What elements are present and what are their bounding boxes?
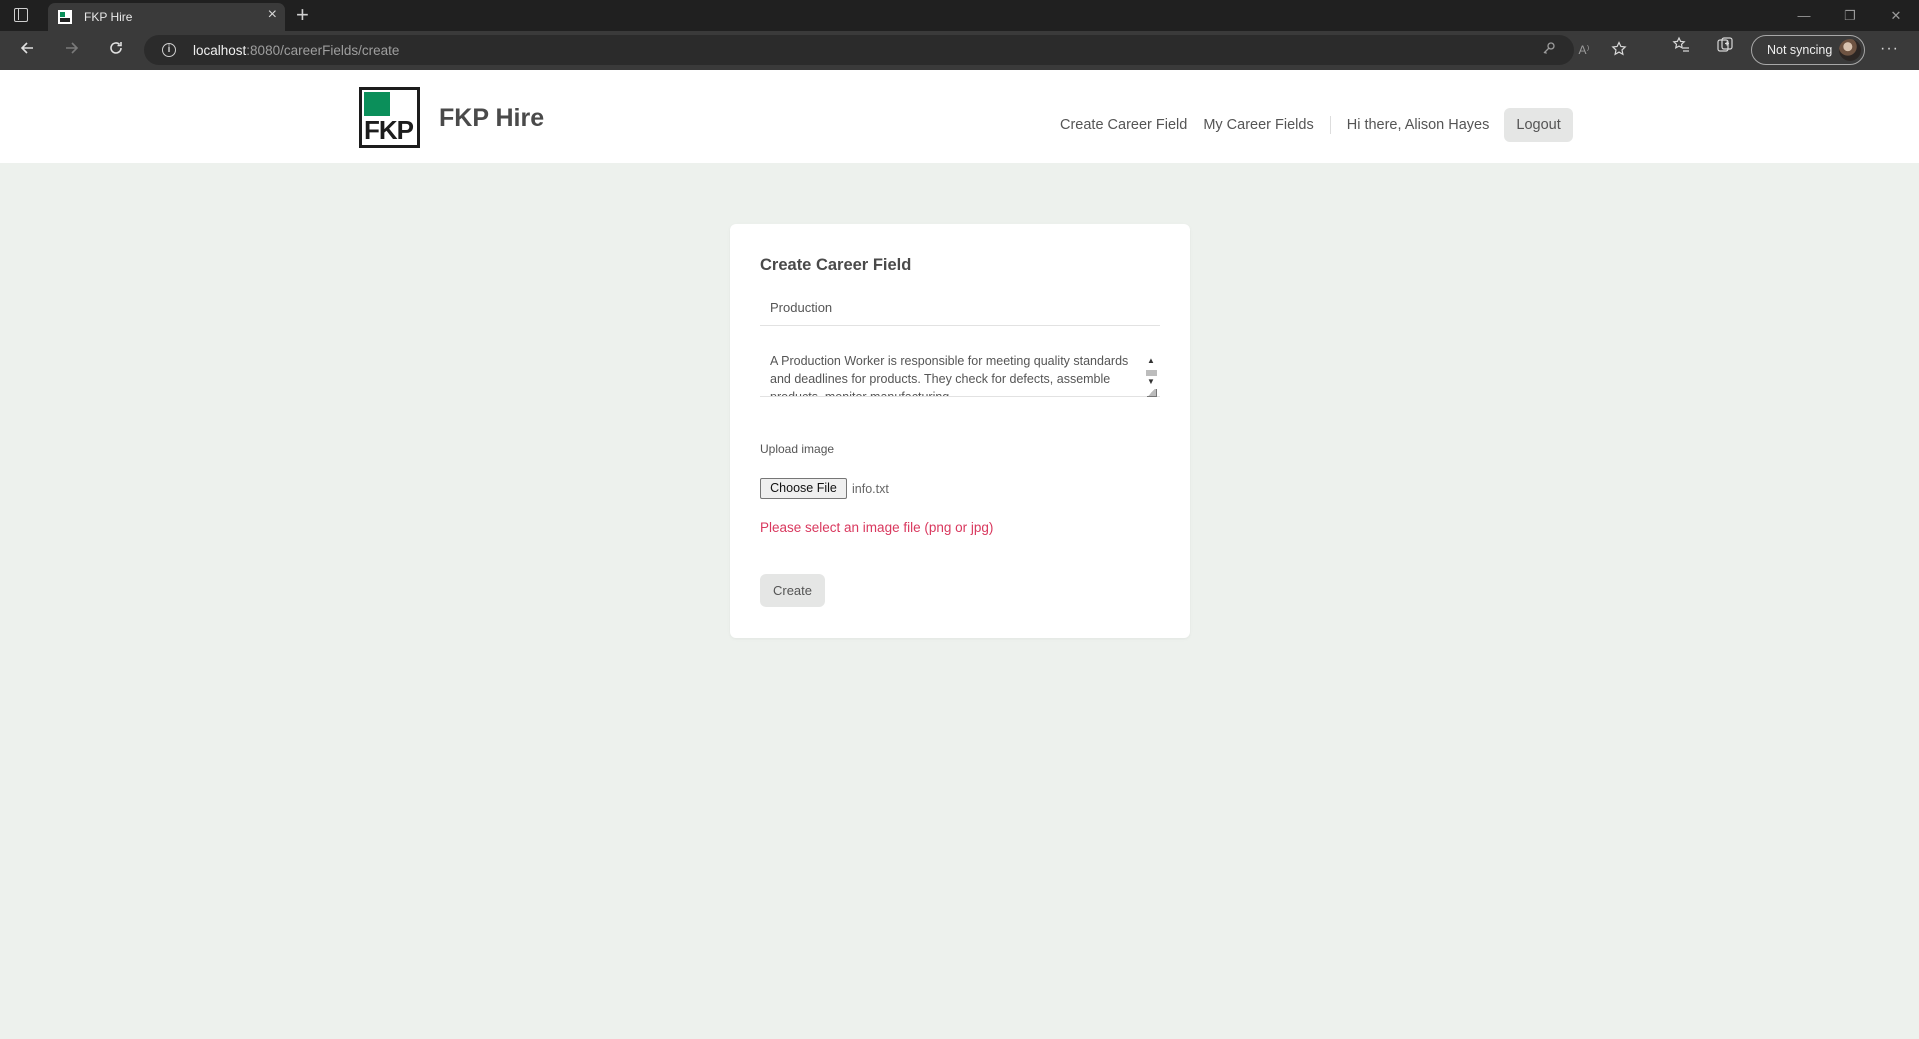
brand-logo[interactable]: FKP bbox=[359, 87, 420, 148]
logo-green-square bbox=[364, 92, 390, 116]
address-bar[interactable]: i localhost:8080/careerFields/create A⁾ bbox=[144, 35, 1627, 65]
scroll-down-icon[interactable]: ▼ bbox=[1147, 377, 1155, 386]
favicon-icon bbox=[58, 10, 72, 24]
scroll-up-icon[interactable]: ▲ bbox=[1147, 356, 1155, 365]
read-aloud-icon[interactable]: A⁾ bbox=[1575, 41, 1593, 59]
browser-tab[interactable]: FKP Hire × bbox=[48, 3, 285, 31]
minimize-icon[interactable]: — bbox=[1781, 0, 1827, 31]
user-greeting: Hi there, Alison Hayes bbox=[1346, 117, 1490, 133]
close-window-icon[interactable]: ✕ bbox=[1873, 0, 1919, 31]
tab-title: FKP Hire bbox=[84, 10, 133, 24]
tab-actions-icon[interactable] bbox=[14, 8, 28, 22]
profile-sync-button[interactable]: Not syncing bbox=[1751, 35, 1865, 65]
new-tab-icon[interactable]: + bbox=[296, 2, 309, 28]
sync-label: Not syncing bbox=[1767, 43, 1833, 57]
key-icon[interactable] bbox=[1540, 41, 1558, 59]
browser-toolbar: i localhost:8080/careerFields/create A⁾ … bbox=[0, 31, 1919, 70]
career-field-name-input[interactable] bbox=[760, 290, 1160, 326]
browser-tab-bar: FKP Hire × + — ❐ ✕ bbox=[0, 0, 1919, 31]
window-controls: — ❐ ✕ bbox=[1781, 0, 1919, 31]
info-icon[interactable]: i bbox=[162, 43, 176, 57]
profile-icon bbox=[1839, 39, 1861, 61]
selected-file-name: info.txt bbox=[852, 481, 889, 496]
collections-icon[interactable] bbox=[1714, 36, 1736, 58]
add-favorite-icon[interactable] bbox=[1610, 41, 1628, 59]
forward-icon[interactable] bbox=[58, 37, 86, 65]
nav-create-career-field[interactable]: Create Career Field bbox=[1060, 117, 1187, 133]
tab-close-icon[interactable]: × bbox=[268, 6, 277, 24]
create-button[interactable]: Create bbox=[760, 574, 825, 607]
logout-button[interactable]: Logout bbox=[1504, 108, 1573, 142]
nav-my-career-fields[interactable]: My Career Fields bbox=[1203, 117, 1313, 133]
restore-icon[interactable]: ❐ bbox=[1827, 0, 1873, 31]
favorites-icon[interactable] bbox=[1670, 36, 1692, 58]
create-career-field-card: Create Career Field A Production Worker … bbox=[730, 224, 1190, 638]
description-scrollbar[interactable]: ▲ ▼ bbox=[1144, 356, 1158, 397]
resize-grip-icon[interactable] bbox=[1147, 389, 1157, 397]
career-field-description-textarea[interactable]: A Production Worker is responsible for m… bbox=[760, 349, 1160, 397]
form-title: Create Career Field bbox=[760, 256, 912, 274]
main-nav: Create Career Field My Career Fields Hi … bbox=[1060, 107, 1573, 143]
logo-text: FKP bbox=[364, 115, 414, 145]
file-input: Choose File info.txt bbox=[760, 478, 889, 499]
nav-divider bbox=[1329, 116, 1331, 134]
more-icon[interactable]: ··· bbox=[1880, 40, 1899, 58]
scroll-thumb[interactable] bbox=[1146, 370, 1157, 376]
upload-image-label: Upload image bbox=[760, 442, 835, 456]
file-error-message: Please select an image file (png or jpg) bbox=[760, 520, 994, 535]
site-header: FKP FKP Hire Create Career Field My Care… bbox=[0, 70, 1919, 163]
brand-name[interactable]: FKP Hire bbox=[439, 104, 544, 133]
choose-file-button[interactable]: Choose File bbox=[760, 478, 847, 499]
refresh-icon[interactable] bbox=[102, 37, 130, 65]
back-icon[interactable] bbox=[13, 37, 41, 65]
url-text[interactable]: localhost:8080/careerFields/create bbox=[193, 43, 399, 58]
